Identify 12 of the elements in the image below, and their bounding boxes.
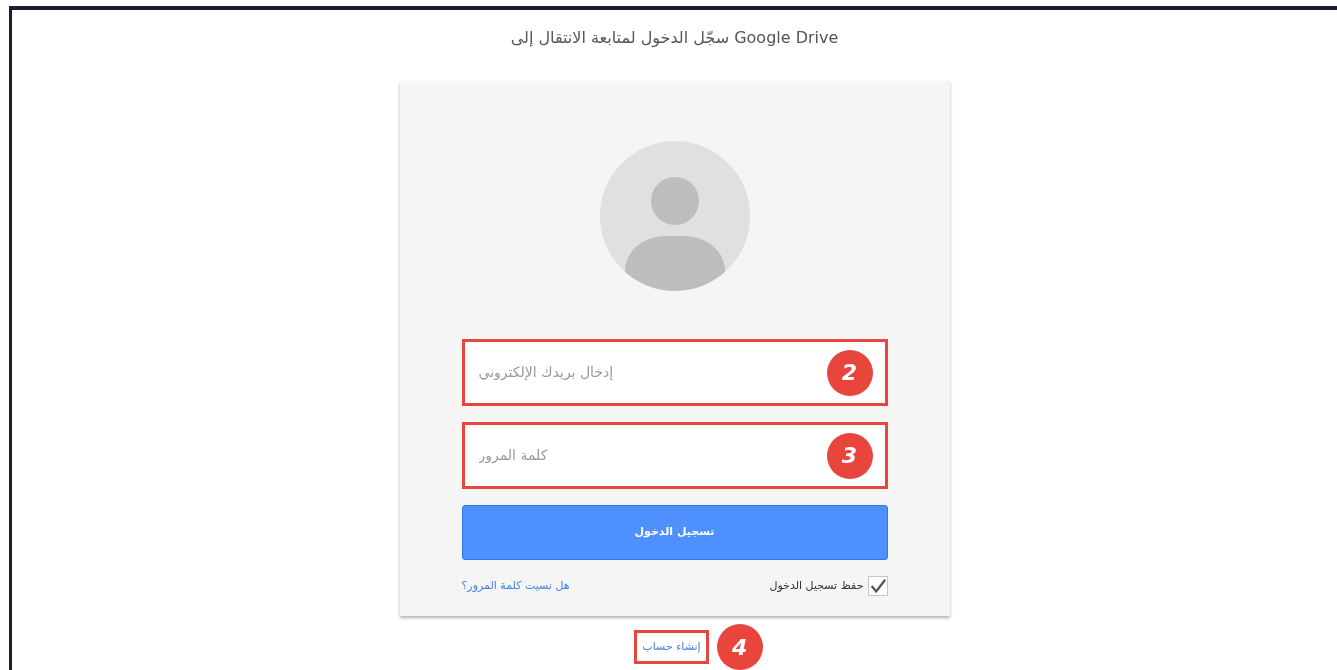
input-field[interactable]: كلمة المرور (476, 444, 827, 467)
avatar-icon (599, 141, 750, 291)
remember-label: حفظ تسجيل الدخول (769, 577, 864, 594)
input-field[interactable]: إدخال بريدك الإلكتروني (476, 361, 827, 384)
step-number-badge: 4 (716, 624, 763, 670)
remember-checkbox[interactable] (867, 576, 888, 596)
sign-in-button[interactable]: تسجيل الدخول (461, 505, 888, 560)
step-number-badge: 3 (826, 432, 873, 479)
create-account-link[interactable]: إنشاء حساب (634, 629, 709, 665)
forgot-password-link[interactable]: هل نسيت كلمة المرور؟ (461, 577, 570, 595)
step-number-badge: 2 (826, 349, 873, 396)
page-heading: سجّل الدخول لمتابعة الانتقال إلى Google Drive (510, 27, 839, 50)
